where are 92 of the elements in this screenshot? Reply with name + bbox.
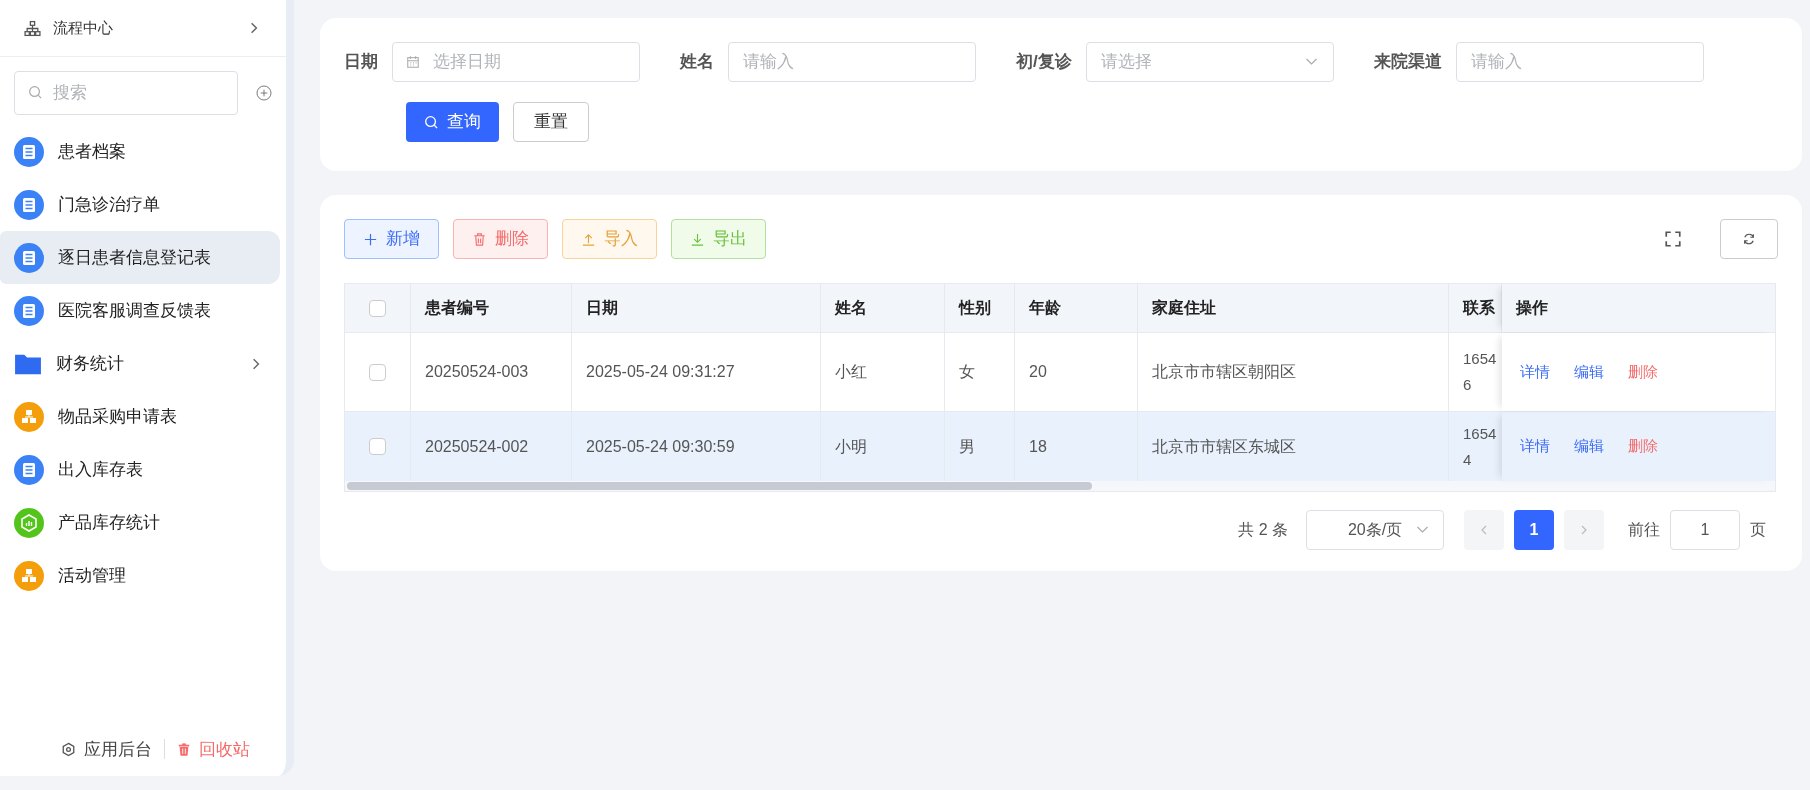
query-button[interactable]: 查询 [406, 102, 499, 142]
input-field[interactable]: 请输入 [1455, 42, 1704, 82]
chevron-down-icon [1416, 526, 1429, 534]
sidebar-item[interactable]: 逐日患者信息登记表 [0, 231, 280, 284]
table-cell-text: 北京市市辖区东城区 [1152, 436, 1296, 457]
sidebar-item[interactable]: 物品采购申请表 [0, 390, 280, 443]
column-header: 年龄 [1029, 298, 1061, 318]
table-row[interactable]: 20250524-002 2025-05-24 09:30:59 小明 男 18 北京市市辖区东城区 1654 4 详情 编辑 删除 [345, 412, 1775, 481]
table-cell-text: 男 [959, 436, 975, 457]
checkbox[interactable] [369, 363, 386, 381]
document-icon [14, 454, 44, 485]
hierarchy-icon [24, 19, 41, 37]
details-link[interactable]: 详情 [1520, 360, 1550, 384]
table-cell-text: 2025-05-24 09:30:59 [586, 436, 735, 457]
app-admin-link[interactable]: 应用后台 [83, 736, 152, 762]
table-cell-text: 1654 [1463, 423, 1498, 444]
table-cell-text: 女 [959, 362, 975, 382]
column-header: 操作 [1516, 298, 1548, 318]
total-count: 共 2 条 [1238, 520, 1288, 540]
page-number-field[interactable]: 1 [1670, 510, 1740, 550]
checkbox[interactable] [369, 299, 386, 317]
goto-label: 前往 [1628, 520, 1660, 540]
column-header: 性别 [959, 298, 991, 318]
gear-icon [60, 741, 76, 757]
sidebar-item[interactable]: 财务统计 [0, 337, 280, 390]
plus-icon [363, 231, 378, 247]
filter-label: 姓名 [680, 51, 714, 74]
filter-label: 日期 [344, 51, 378, 74]
sidebar-item[interactable]: 门急诊治疗单 [0, 178, 280, 231]
table-cell-text: 北京市市辖区朝阳区 [1152, 362, 1296, 382]
filter-label: 来院渠道 [1373, 51, 1442, 74]
table-cell-text: 小红 [835, 362, 867, 382]
table-cell-text: 2025-05-24 09:31:27 [586, 362, 735, 382]
column-header: 日期 [586, 298, 618, 318]
select-field[interactable]: 请选择 [1085, 42, 1334, 82]
search-icon [424, 114, 439, 130]
chart-icon [14, 507, 44, 538]
date-field[interactable]: 选择日期 [392, 42, 640, 82]
page-suffix: 页 [1750, 520, 1766, 540]
trash-icon [472, 231, 487, 247]
fullscreen-icon[interactable] [1664, 230, 1682, 248]
filter-label: 初/复诊 [1016, 51, 1072, 74]
horizontal-scrollbar[interactable] [347, 482, 1092, 490]
sidebar-item[interactable]: 产品库存统计 [0, 496, 280, 549]
upload-icon [581, 231, 596, 247]
edit-link[interactable]: 编辑 [1574, 435, 1604, 458]
hierarchy-icon [14, 560, 44, 591]
table-cell-text: 20 [1029, 362, 1047, 382]
column-header: 姓名 [835, 298, 867, 318]
column-header: 家庭住址 [1152, 298, 1216, 318]
calendar-icon [406, 55, 420, 69]
table-cell-text: 20250524-002 [425, 436, 529, 457]
next-page-button[interactable] [1564, 510, 1604, 550]
reset-button[interactable]: 重置 [513, 102, 589, 142]
sidebar-item[interactable]: 患者档案 [0, 125, 280, 178]
column-header: 患者编号 [425, 298, 489, 318]
page-size-select[interactable]: 20条/页 [1306, 510, 1444, 550]
table-cell-text: 1654 [1463, 349, 1498, 369]
refresh-button[interactable] [1720, 219, 1778, 259]
details-link[interactable]: 详情 [1520, 435, 1550, 458]
input-field[interactable]: 请输入 [728, 42, 976, 82]
column-header: 联系 [1463, 298, 1495, 318]
edit-link[interactable]: 编辑 [1574, 360, 1604, 384]
checkbox[interactable] [369, 438, 386, 455]
table-row[interactable]: 20250524-003 2025-05-24 09:31:27 小红 女 20 北京市市辖区朝阳区 1654 6 详情 编辑 删除 [345, 333, 1775, 412]
trash-icon [176, 741, 191, 757]
search-icon [28, 85, 43, 100]
hierarchy-icon [14, 401, 44, 432]
sidebar-item[interactable]: 活动管理 [0, 549, 280, 602]
previous-page-button[interactable] [1464, 510, 1504, 550]
download-icon [690, 231, 705, 247]
sidebar-item[interactable]: 出入库存表 [0, 443, 280, 496]
document-icon [14, 242, 44, 273]
chevron-down-icon [1304, 58, 1318, 66]
table-cell-text: 20250524-003 [425, 362, 529, 382]
document-icon [14, 136, 44, 167]
process-center-link[interactable]: 流程中心 [53, 16, 113, 40]
table-cell-text: 18 [1029, 436, 1047, 457]
chevron-left-icon [1479, 525, 1489, 535]
document-icon [14, 295, 44, 326]
table-cell-text: 6 [1463, 375, 1473, 395]
table-cell-text: 4 [1463, 449, 1473, 470]
chevron-right-icon [250, 357, 262, 370]
sidebar-item[interactable]: 医院客服调查反馈表 [0, 284, 280, 337]
document-icon [14, 189, 44, 220]
add-button[interactable]: 新增 [344, 219, 439, 259]
chevron-right-icon [248, 22, 260, 34]
refresh-icon [1742, 232, 1756, 246]
table-cell-text: 小明 [835, 436, 867, 457]
search-field[interactable]: 搜索 [14, 71, 238, 115]
page-button[interactable]: 1 [1514, 510, 1554, 550]
chevron-right-icon [1579, 525, 1589, 535]
